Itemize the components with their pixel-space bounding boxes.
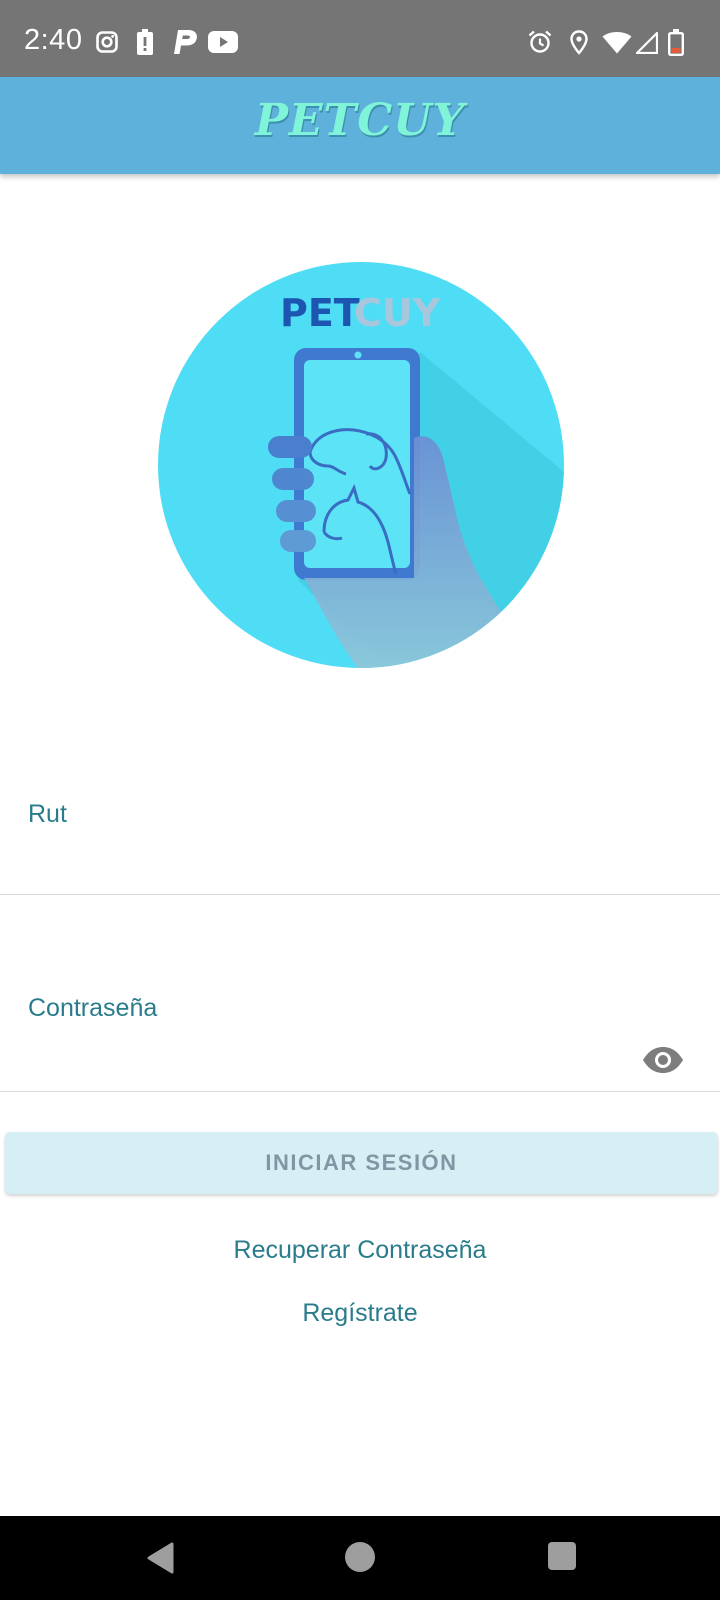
rut-label: Rut <box>28 800 67 828</box>
battery-icon <box>668 29 684 56</box>
login-button[interactable]: INICIAR SESIÓN <box>5 1132 718 1194</box>
logo-wordmark-cuy: CUY <box>354 291 441 335</box>
home-icon[interactable] <box>345 1542 375 1572</box>
battery-alert-icon <box>137 29 153 55</box>
status-bar: 2:40 <box>0 0 720 77</box>
signal-icon <box>636 32 658 54</box>
petcuy-logo: PET CUY <box>158 262 564 668</box>
parking-icon <box>174 30 197 54</box>
show-password-eye-icon[interactable] <box>642 1046 684 1074</box>
app-title: PETCUY <box>254 95 466 146</box>
rut-field[interactable]: Rut <box>0 760 720 895</box>
youtube-icon <box>208 31 238 53</box>
password-field[interactable]: Contraseña <box>0 960 720 1092</box>
app-bar: PETCUY <box>0 77 720 174</box>
logo-graphic: PET CUY <box>158 262 564 668</box>
register-link[interactable]: Regístrate <box>0 1299 720 1328</box>
location-icon <box>570 30 588 55</box>
password-label: Contraseña <box>28 994 158 1022</box>
logo-finger <box>268 436 312 458</box>
navigation-bar <box>0 1516 720 1600</box>
logo-wordmark-pet: PET <box>280 291 360 335</box>
back-icon[interactable] <box>146 1542 174 1574</box>
status-time: 2:40 <box>24 24 83 56</box>
wifi-icon <box>602 32 632 54</box>
alarm-icon <box>528 30 552 53</box>
recover-password-link[interactable]: Recuperar Contraseña <box>0 1236 720 1265</box>
recents-icon[interactable] <box>548 1542 576 1570</box>
instagram-icon <box>96 31 118 53</box>
